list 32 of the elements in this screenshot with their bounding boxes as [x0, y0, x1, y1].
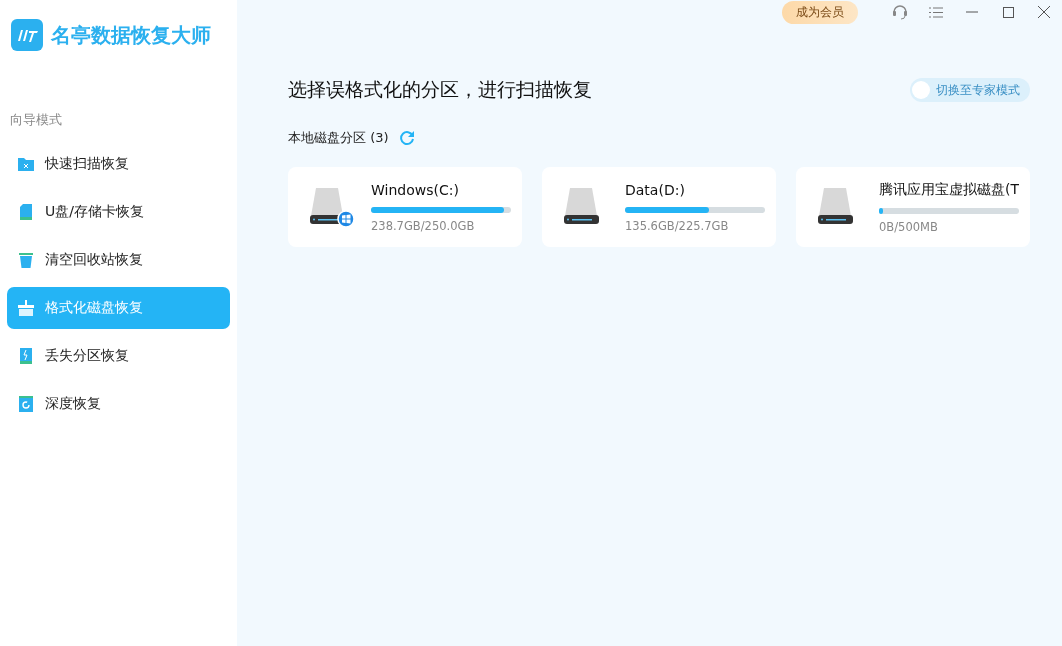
- book-icon: [20, 348, 32, 364]
- drive-name: Data(D:): [625, 181, 686, 198]
- vip-button[interactable]: 成为会员: [782, 0, 858, 24]
- drive-card[interactable]: Data(D:) 135.6GB/225.7GB: [542, 167, 776, 247]
- menu-icon[interactable]: [929, 6, 943, 18]
- folder-icon: [18, 157, 34, 171]
- section-label: 向导模式: [10, 111, 63, 129]
- drive-card[interactable]: Windows(C:) 238.7GB/250.0GB: [288, 167, 522, 247]
- sidebar-item[interactable]: 深度恢复: [7, 383, 230, 425]
- sidebar-item[interactable]: U盘/存储卡恢复: [7, 191, 230, 233]
- sidebar-item[interactable]: 清空回收站恢复: [7, 239, 230, 281]
- app-name: 名亭数据恢复大师: [51, 21, 211, 49]
- refresh-file-icon: [19, 396, 33, 412]
- sidebar-item[interactable]: 丢失分区恢复: [7, 335, 230, 377]
- drive-usage: 0B/500MB: [879, 219, 939, 234]
- drive-usage: 135.6GB/225.7GB: [625, 218, 730, 233]
- sidebar-item[interactable]: 快速扫描恢复: [7, 143, 230, 185]
- refresh-icon[interactable]: [398, 130, 415, 146]
- headset-icon[interactable]: [892, 3, 908, 21]
- system-drive-icon: [309, 186, 355, 228]
- drive-usage: 238.7GB/250.0GB: [371, 218, 476, 233]
- memory-card-icon: [20, 204, 32, 220]
- section-title: 本地磁盘分区 (3): [288, 129, 389, 147]
- drive-card[interactable]: 腾讯应用宝虚拟磁盘(T 0B/500MB: [796, 167, 1030, 247]
- brush-icon: [18, 300, 34, 316]
- drive-name: 腾讯应用宝虚拟磁盘(T: [879, 180, 1019, 199]
- maximize-icon[interactable]: [1002, 6, 1014, 18]
- close-icon[interactable]: [1038, 6, 1050, 18]
- app-logo: [11, 19, 43, 51]
- recycle-bin-icon: [19, 252, 33, 268]
- page-title: 选择误格式化的分区，进行扫描恢复: [288, 77, 592, 102]
- drive-name: Windows(C:): [371, 181, 460, 198]
